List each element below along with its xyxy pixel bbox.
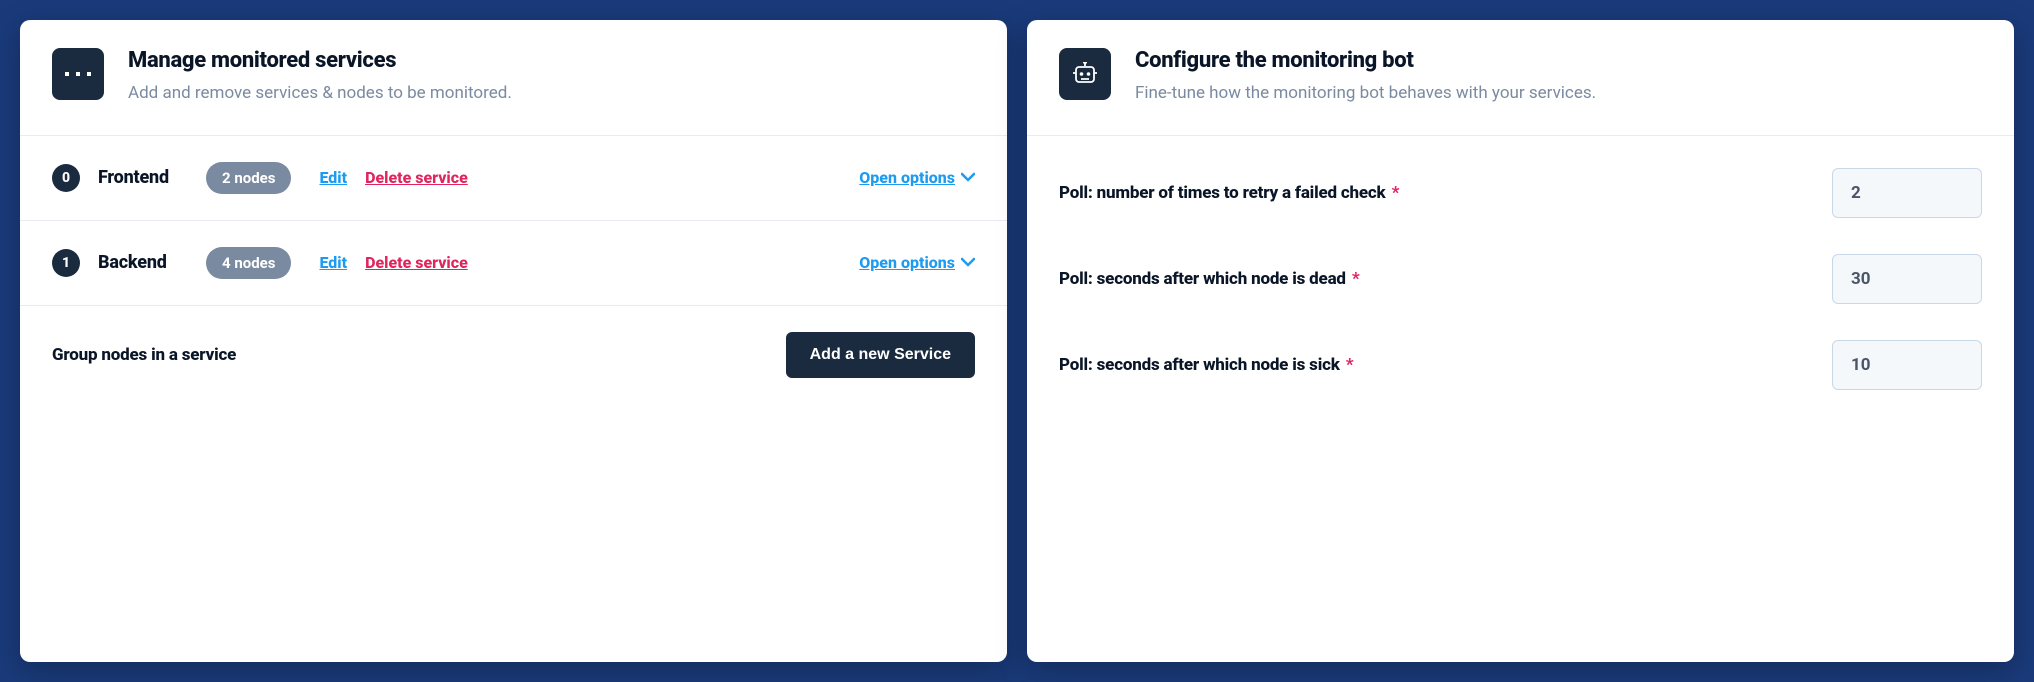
config-label: Poll: number of times to retry a failed … [1059,183,1812,203]
config-title: Configure the monitoring bot [1135,48,1982,73]
services-card: Manage monitored services Add and remove… [20,20,1007,662]
ellipsis-icon [52,48,104,100]
config-card: Configure the monitoring bot Fine-tune h… [1027,20,2014,662]
open-options-link[interactable]: Open options [859,168,975,187]
service-row: 0 Frontend 2 nodes Edit Delete service O… [20,136,1007,221]
service-name: Backend [98,252,188,273]
open-options-label: Open options [859,168,955,187]
services-card-header: Manage monitored services Add and remove… [20,20,1007,136]
services-header-text: Manage monitored services Add and remove… [128,48,975,107]
services-footer: Group nodes in a service Add a new Servi… [20,306,1007,404]
edit-link[interactable]: Edit [319,168,347,187]
config-row: Poll: number of times to retry a failed … [1059,150,1982,236]
open-options-label: Open options [859,253,955,272]
config-header-text: Configure the monitoring bot Fine-tune h… [1135,48,1982,107]
service-name: Frontend [98,167,188,188]
services-title: Manage monitored services [128,48,975,73]
index-badge: 0 [52,164,80,192]
service-row: 1 Backend 4 nodes Edit Delete service Op… [20,221,1007,306]
chevron-down-icon [961,171,975,185]
config-label: Poll: seconds after which node is dead * [1059,269,1812,289]
label-text: Poll: number of times to retry a failed … [1059,183,1386,203]
nodes-pill: 2 nodes [206,162,291,194]
nodes-pill: 4 nodes [206,247,291,279]
required-asterisk: * [1342,355,1354,375]
config-row: Poll: seconds after which node is dead * [1059,236,1982,322]
config-row: Poll: seconds after which node is sick * [1059,322,1982,408]
edit-link[interactable]: Edit [319,253,347,272]
poll-retry-input[interactable] [1832,168,1982,218]
services-subtitle: Add and remove services & nodes to be mo… [128,81,975,107]
config-label: Poll: seconds after which node is sick * [1059,355,1812,375]
config-subtitle: Fine-tune how the monitoring bot behaves… [1135,81,1982,107]
robot-icon [1059,48,1111,100]
label-text: Poll: seconds after which node is dead [1059,269,1346,289]
open-options-link[interactable]: Open options [859,253,975,272]
delete-service-link[interactable]: Delete service [365,253,468,272]
config-body: Poll: number of times to retry a failed … [1027,136,2014,440]
add-service-button[interactable]: Add a new Service [786,332,975,378]
required-asterisk: * [1348,269,1360,289]
chevron-down-icon [961,256,975,270]
delete-service-link[interactable]: Delete service [365,168,468,187]
poll-sick-input[interactable] [1832,340,1982,390]
poll-dead-input[interactable] [1832,254,1982,304]
label-text: Poll: seconds after which node is sick [1059,355,1340,375]
footer-text: Group nodes in a service [52,345,770,365]
config-card-header: Configure the monitoring bot Fine-tune h… [1027,20,2014,136]
index-badge: 1 [52,249,80,277]
required-asterisk: * [1388,183,1400,203]
